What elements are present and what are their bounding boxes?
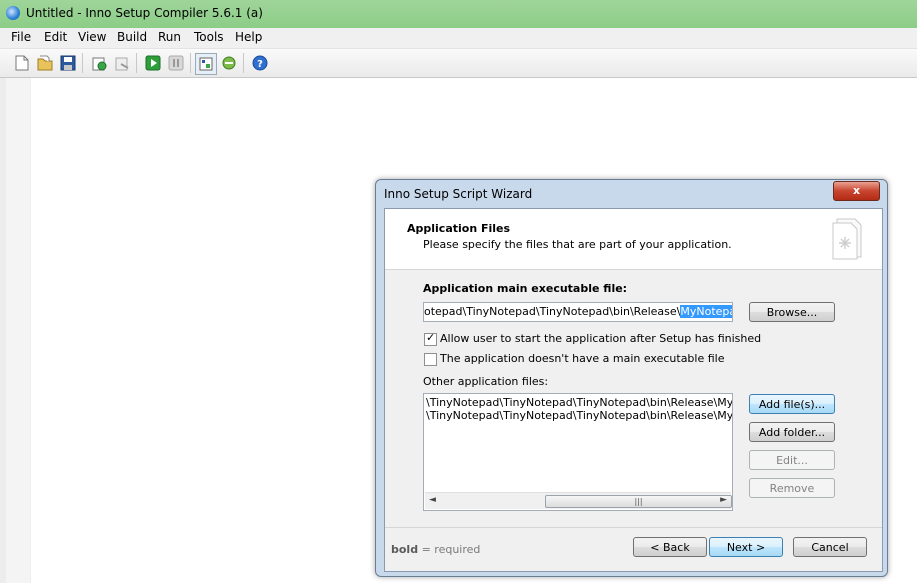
- wizard-header: Application Files Please specify the fil…: [385, 209, 882, 270]
- main-exe-path-prefix: otepad\TinyNotepad\TinyNotepad\bin\Relea…: [424, 305, 681, 318]
- allow-start-label: Allow user to start the application afte…: [440, 332, 762, 345]
- allow-start-checkbox[interactable]: ✓: [424, 331, 437, 346]
- open-folder-icon[interactable]: [35, 53, 55, 73]
- page-title: Application Files: [407, 222, 511, 235]
- target-setup-icon[interactable]: [195, 53, 217, 75]
- remove-button[interactable]: Remove: [749, 478, 835, 498]
- new-file-icon[interactable]: [12, 53, 32, 73]
- editor-gutter: [6, 78, 31, 583]
- svg-text:?: ?: [257, 59, 263, 70]
- dialog-title: Inno Setup Script Wizard: [384, 187, 533, 201]
- menu-build[interactable]: Build: [115, 30, 149, 44]
- cancel-button[interactable]: Cancel: [793, 537, 867, 557]
- window-titlebar: Untitled - Inno Setup Compiler 5.6.1 (a): [0, 0, 917, 28]
- pause-icon[interactable]: [166, 53, 186, 73]
- next-button[interactable]: Next >: [709, 537, 783, 557]
- compile-icon[interactable]: [89, 53, 109, 73]
- close-button[interactable]: x: [833, 181, 880, 201]
- menu-edit[interactable]: Edit: [42, 30, 69, 44]
- toolbar-separator: [82, 53, 83, 73]
- browse-button[interactable]: Browse...: [749, 302, 835, 322]
- menu-view[interactable]: View: [76, 30, 108, 44]
- page-subtitle: Please specify the files that are part o…: [423, 238, 732, 251]
- required-legend-bold: bold: [391, 543, 419, 556]
- dialog-client-area: Application Files Please specify the fil…: [384, 208, 883, 572]
- other-files-list[interactable]: \TinyNotepad\TinyNotepad\TinyNotepad\bin…: [423, 393, 733, 511]
- scroll-right-icon[interactable]: ►: [720, 495, 727, 505]
- back-button[interactable]: < Back: [633, 537, 707, 557]
- toolbar-separator: [136, 53, 137, 73]
- target-uninstall-icon[interactable]: [219, 53, 239, 73]
- edit-button[interactable]: Edit...: [749, 450, 835, 470]
- toolbar-separator: [190, 53, 191, 73]
- menu-tools[interactable]: Tools: [192, 30, 226, 44]
- help-icon[interactable]: ?: [250, 53, 270, 73]
- inno-setup-app-icon: [6, 6, 20, 20]
- add-folder-button[interactable]: Add folder...: [749, 422, 835, 442]
- wizard-page-icon: [832, 218, 862, 260]
- required-legend-text: = required: [418, 543, 481, 556]
- no-main-exe-label: The application doesn't have a main exec…: [440, 352, 725, 365]
- toolbar: ?: [0, 49, 917, 78]
- window-title: Untitled - Inno Setup Compiler 5.6.1 (a): [26, 6, 263, 20]
- save-icon[interactable]: [58, 53, 78, 73]
- menu-run[interactable]: Run: [156, 30, 183, 44]
- checkmark-icon: ✓: [426, 331, 436, 344]
- stop-compile-icon[interactable]: [112, 53, 132, 73]
- menu-file[interactable]: File: [9, 30, 33, 44]
- script-wizard-dialog: Inno Setup Script Wizard x Application F…: [375, 179, 888, 577]
- list-item[interactable]: \TinyNotepad\TinyNotepad\TinyNotepad\bin…: [426, 409, 732, 422]
- menu-help[interactable]: Help: [233, 30, 264, 44]
- footer-divider: [385, 527, 882, 528]
- run-icon[interactable]: [143, 53, 163, 73]
- scroll-left-icon[interactable]: ◄: [429, 495, 436, 505]
- horizontal-scrollbar[interactable]: ◄ ||| ►: [425, 492, 732, 509]
- other-files-label: Other application files:: [423, 375, 549, 388]
- add-files-button[interactable]: Add file(s)...: [749, 394, 835, 414]
- list-item[interactable]: \TinyNotepad\TinyNotepad\TinyNotepad\bin…: [426, 396, 732, 409]
- toolbar-separator: [243, 53, 244, 73]
- main-exe-path-field[interactable]: otepad\TinyNotepad\TinyNotepad\bin\Relea…: [423, 302, 733, 322]
- main-exe-path-selected: MyNotepad.exe: [680, 305, 732, 318]
- required-legend: bold = required: [391, 543, 480, 556]
- main-exe-label: Application main executable file:: [423, 282, 628, 295]
- menu-bar: File Edit View Build Run Tools Help: [0, 28, 917, 49]
- no-main-exe-checkbox[interactable]: [424, 353, 437, 366]
- scrollbar-thumb[interactable]: |||: [545, 495, 732, 508]
